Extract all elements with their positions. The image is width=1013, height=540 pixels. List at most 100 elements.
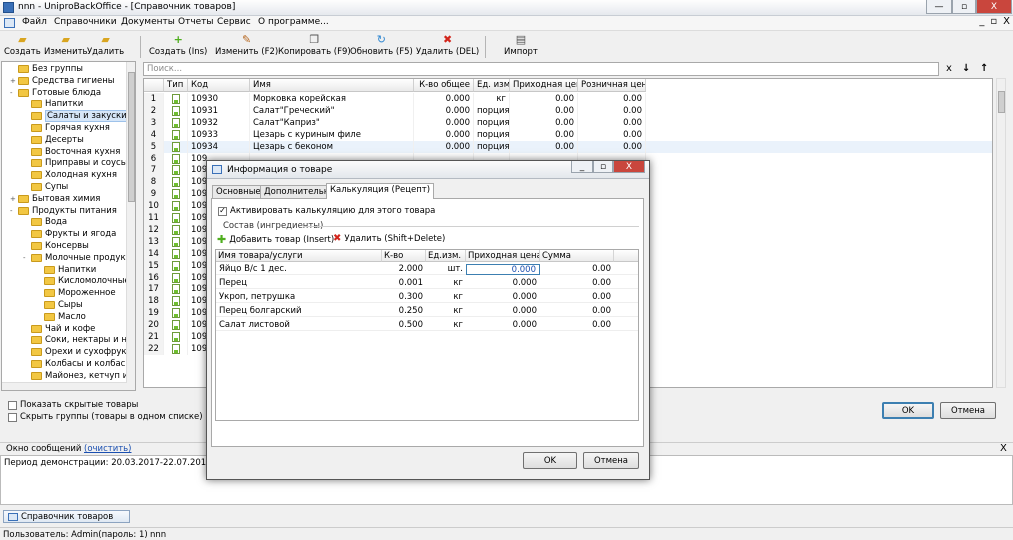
group-delete-button[interactable]: ▰ Удалить [87, 34, 124, 58]
tree-node[interactable]: Майонез, кетчуп и с [23, 370, 135, 382]
tree-node[interactable]: Сыры [36, 299, 83, 311]
close-button[interactable]: X [976, 0, 1012, 14]
expander-icon[interactable]: - [23, 254, 30, 262]
tree-node[interactable]: Горячая кухня [23, 122, 110, 134]
tree-node[interactable]: - Молочные продукты [23, 252, 135, 264]
expander-icon[interactable]: - [10, 207, 17, 215]
dialog-close-button[interactable]: X [613, 161, 645, 173]
tree-node[interactable]: + Средства гигиены [10, 75, 114, 87]
tree-node[interactable]: Восточная кухня [23, 146, 120, 158]
dialog-cancel-button[interactable]: Отмена [583, 452, 639, 469]
tree-scroll-thumb[interactable] [128, 72, 135, 202]
activate-calculation-checkbox[interactable]: ✓ Активировать калькуляцию для этого това… [218, 206, 435, 216]
table-row[interactable]: 5 10934 Цезарь с беконом 0.000 порция 0.00 0.0… [144, 140, 992, 153]
expander-icon[interactable]: + [10, 77, 17, 85]
group-tree[interactable]: Без группы + Средства гигиены - Готовые блюд… [1, 61, 136, 391]
tree-node[interactable]: Супы [23, 181, 68, 193]
delete-button[interactable]: ✖ Удалить (DEL) [416, 34, 479, 58]
menu-references[interactable]: Справочники [54, 17, 117, 27]
menu-reports[interactable]: Отчеты [178, 17, 214, 27]
dialog-ok-button[interactable]: OK [523, 452, 577, 469]
mdi-close-button[interactable]: X [1003, 16, 1010, 27]
tab-calculation[interactable]: Калькуляция (Рецепт) [326, 183, 435, 199]
tree-node[interactable]: Без группы [10, 63, 83, 75]
tree-node[interactable]: Салаты и закуски [23, 110, 129, 123]
tree-node[interactable]: Кисломолочные [36, 275, 130, 287]
menu-about[interactable]: О программе... [258, 17, 329, 27]
table-row[interactable]: Укроп, петрушка 0.300 кг 0.000 0.00 [216, 292, 638, 303]
ing-header-sum[interactable]: Сумма [540, 250, 614, 262]
remove-ingredient-button[interactable]: ✖ Удалить (Shift+Delete) [333, 233, 445, 244]
table-row[interactable]: Яйцо В/с 1 дес. 2.000 шт. 0.000 0.00 [216, 264, 638, 275]
show-hidden-checkbox[interactable]: Показать скрытые товары [8, 400, 138, 410]
table-row[interactable]: 3 10932 Салат"Каприз" 0.000 порция 0.00 0.00 [144, 116, 992, 129]
table-row[interactable]: Перец 0.001 кг 0.000 0.00 [216, 278, 638, 289]
group-edit-button[interactable]: ▰ Изменить [44, 34, 88, 58]
tree-node[interactable]: Приправы и соусы [23, 157, 127, 169]
menu-service[interactable]: Сервис [217, 17, 251, 27]
ing-price-cell[interactable]: 0.000 [466, 264, 540, 275]
grid-vertical-scrollbar[interactable] [996, 78, 1006, 388]
message-clear-link[interactable]: (очистить) [84, 444, 132, 454]
grid-header-code[interactable]: Код [188, 79, 250, 92]
search-up-icon[interactable]: ↑ [980, 63, 988, 74]
edit-button[interactable]: ✎ Изменить (F2) [215, 34, 278, 58]
table-row[interactable]: 4 10933 Цезарь с куриным филе 0.000 порция 0.… [144, 128, 992, 141]
grid-header-qty[interactable]: К-во общее [414, 79, 474, 92]
search-input[interactable]: Поиск... [143, 62, 939, 76]
ing-header-qty[interactable]: К-во [382, 250, 426, 262]
add-ingredient-button[interactable]: ✚ Добавить товар (Insert) [217, 233, 334, 246]
mdi-minimize-button[interactable]: _ [979, 16, 984, 27]
tree-node[interactable]: Орехи и сухофрукт [23, 346, 132, 358]
tree-node[interactable]: Консервы [23, 240, 89, 252]
ing-header-price[interactable]: Приходная цена [466, 250, 540, 262]
tree-node[interactable]: Вода [23, 216, 67, 228]
search-clear-icon[interactable]: x [946, 63, 952, 74]
tree-node[interactable]: - Готовые блюда [10, 87, 101, 99]
expander-icon[interactable]: + [10, 195, 17, 203]
ing-header-name[interactable]: Имя товара/услуги [216, 250, 382, 262]
tree-vertical-scrollbar[interactable] [126, 62, 135, 390]
table-row[interactable]: 2 10931 Салат"Греческий" 0.000 порция 0.00 0.0… [144, 104, 992, 117]
ing-price-cell[interactable]: 0.000 [466, 320, 540, 331]
mdi-restore-button[interactable]: ▫ [990, 16, 997, 27]
message-close-icon[interactable]: X [1000, 443, 1007, 454]
table-row[interactable]: Перец болгарский 0.250 кг 0.000 0.00 [216, 306, 638, 317]
menu-documents[interactable]: Документы [121, 17, 175, 27]
menu-file[interactable]: Файл [22, 17, 47, 27]
tree-node[interactable]: Соки, нектары и на [23, 334, 132, 346]
table-row[interactable]: 1 10930 Морковка корейская 0.000 кг 0.00 0.00 [144, 93, 992, 105]
hide-groups-checkbox[interactable]: Скрыть группы (товары в одном списке) [8, 412, 203, 422]
grid-scroll-thumb[interactable] [998, 91, 1005, 113]
tab-main[interactable]: Основные [212, 185, 265, 198]
refresh-button[interactable]: ↻ Обновить (F5) [350, 34, 413, 58]
tree-node[interactable]: - Продукты питания [10, 205, 117, 217]
tree-node[interactable]: Десерты [23, 134, 84, 146]
grid-header-in-price[interactable]: Приходная цена [510, 79, 578, 92]
ingredients-grid[interactable]: Имя товара/услуги К-во Ед.изм. Приходная… [215, 249, 639, 421]
ing-price-cell[interactable]: 0.000 [466, 278, 540, 289]
group-create-button[interactable]: ▰ Создать [4, 34, 41, 58]
grid-header-unit[interactable]: Ед. изм. [474, 79, 510, 92]
tree-node[interactable]: Колбасы и колбасн [23, 358, 131, 370]
search-down-icon[interactable]: ↓ [962, 63, 970, 74]
maximize-button[interactable]: ▫ [952, 0, 976, 14]
tree-node[interactable]: Напитки [23, 98, 83, 110]
import-button[interactable]: ▤ Импорт [504, 34, 538, 58]
dialog-minimize-button[interactable]: _ [571, 161, 593, 173]
grid-header-type[interactable]: Тип [164, 79, 188, 92]
ing-price-cell[interactable]: 0.000 [466, 306, 540, 317]
table-row[interactable]: Салат листовой 0.500 кг 0.000 0.00 [216, 320, 638, 331]
grid-header-name[interactable]: Имя [250, 79, 414, 92]
dialog-maximize-button[interactable]: ▫ [593, 161, 613, 173]
taskbar-item-products[interactable]: Справочник товаров [3, 510, 130, 523]
tree-node[interactable]: Напитки [36, 264, 96, 276]
ing-header-unit[interactable]: Ед.изм. [426, 250, 466, 262]
tree-node[interactable]: Масло [36, 311, 86, 323]
main-cancel-button[interactable]: Отмена [940, 402, 996, 419]
tree-node[interactable]: + Бытовая химия [10, 193, 100, 205]
grid-header-retail-price[interactable]: Розничная цена [578, 79, 646, 92]
tree-horizontal-scrollbar[interactable] [2, 382, 127, 390]
minimize-button[interactable]: — [926, 0, 952, 14]
tree-node[interactable]: Фрукты и ягода [23, 228, 116, 240]
